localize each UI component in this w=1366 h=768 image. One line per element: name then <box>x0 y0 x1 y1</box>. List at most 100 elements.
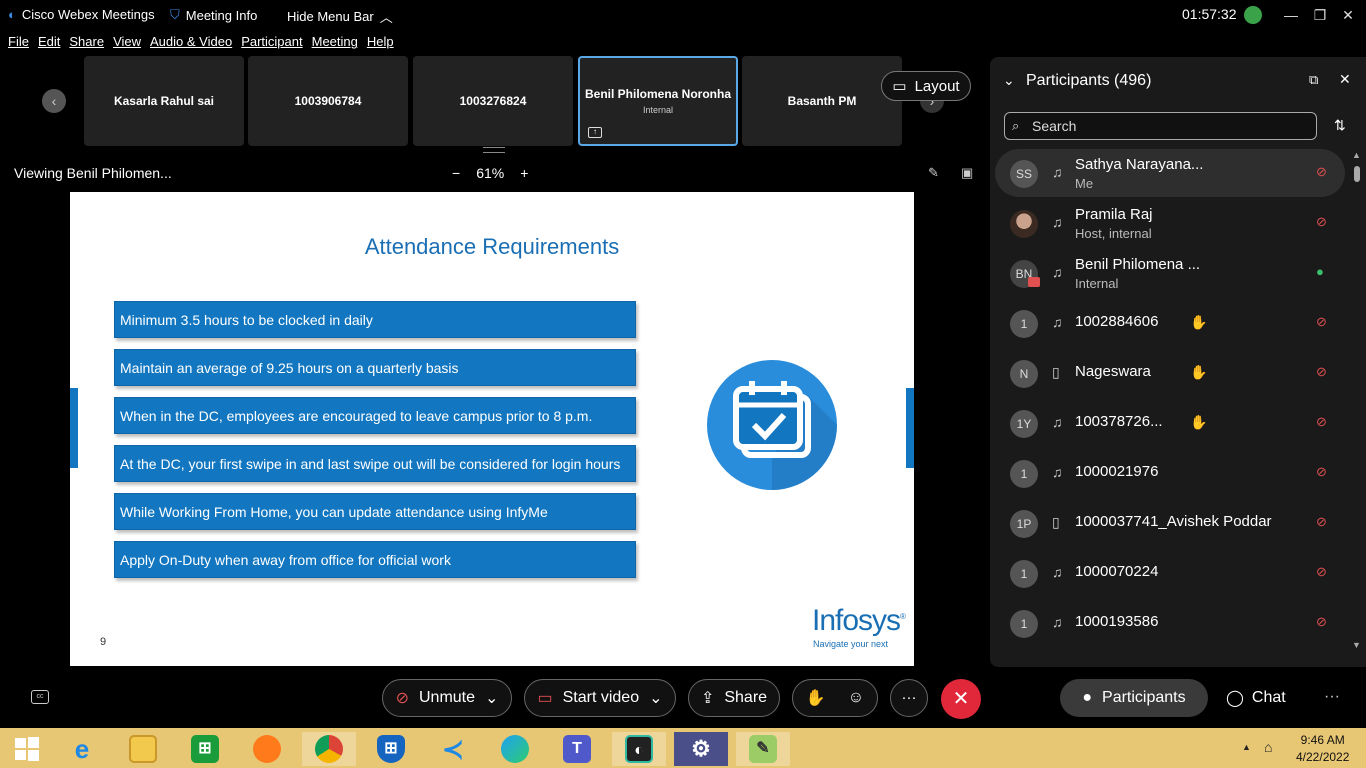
slide-edge-marker <box>906 388 914 468</box>
mic-muted-icon[interactable]: ⊘ <box>1316 564 1327 580</box>
participant-row[interactable]: 1P ▯ 1000037741_Avishek Poddar ⊘ <box>995 499 1345 547</box>
scroll-up-icon[interactable]: ▲ <box>1352 150 1361 160</box>
participant-name: 1000021976 <box>1075 463 1159 480</box>
video-tile[interactable]: Basanth PM <box>742 56 902 146</box>
taskbar-store[interactable]: ⊞ <box>178 732 232 766</box>
menu-share[interactable]: Share <box>69 34 104 54</box>
chevron-down-icon[interactable]: ⌄ <box>485 688 498 708</box>
start-video-button[interactable]: ▭ Start video ⌄ <box>524 679 676 717</box>
popout-icon[interactable]: ⧉ <box>1309 72 1318 88</box>
menu-help[interactable]: Help <box>367 34 394 54</box>
headset-icon: ♫ <box>1052 464 1063 480</box>
mic-muted-icon[interactable]: ⊘ <box>1316 314 1327 330</box>
view-options-icon[interactable]: ▣ <box>961 165 977 181</box>
maximize-icon[interactable]: ❐ <box>1310 5 1330 25</box>
taskbar-webex[interactable]: ◐ <box>612 732 666 766</box>
strip-prev-button[interactable]: ‹ <box>42 89 66 113</box>
mic-muted-icon[interactable]: ⊘ <box>1316 464 1327 480</box>
participant-row[interactable]: ♫ Pramila Raj Host, internal ⊘ <box>995 199 1345 247</box>
taskbar-settings[interactable]: ⚙ <box>674 732 728 766</box>
share-icon: ⇪ <box>700 690 715 707</box>
taskbar-firefox[interactable] <box>240 732 294 766</box>
taskbar-teams[interactable]: T <box>550 732 604 766</box>
network-health-icon[interactable] <box>1244 6 1262 24</box>
strip-resize-handle[interactable] <box>483 147 505 153</box>
video-tile[interactable]: 1003906784 <box>248 56 408 146</box>
video-tile[interactable]: Kasarla Rahul sai <box>84 56 244 146</box>
participant-row[interactable]: 1 ♫ 1000021976 ⊘ <box>995 449 1345 497</box>
taskbar-edge[interactable] <box>488 732 542 766</box>
participant-row[interactable]: 1 ♫ 1000070224 ⊘ <box>995 549 1345 597</box>
menu-view[interactable]: View <box>113 34 141 54</box>
taskbar-file-explorer[interactable] <box>116 732 170 766</box>
taskbar-internet-explorer[interactable]: e <box>55 732 109 766</box>
participant-row[interactable]: BN ♫ Benil Philomena ... Internal ● <box>995 249 1345 297</box>
headset-icon: ♫ <box>1052 564 1063 580</box>
mic-muted-icon[interactable]: ⊘ <box>1316 164 1327 180</box>
close-panel-icon[interactable]: ✕ <box>1339 71 1351 88</box>
layout-button[interactable]: ▭ Layout <box>881 71 971 101</box>
mic-on-icon[interactable]: ● <box>1316 264 1324 279</box>
menu-participant[interactable]: Participant <box>241 34 302 54</box>
infosys-tagline: Navigate your next <box>813 639 889 649</box>
zoom-in-button[interactable]: + <box>520 165 528 181</box>
participant-row[interactable]: SS ♫ Sathya Narayana... Me ⊘ <box>995 149 1345 197</box>
collapse-chevron-icon[interactable]: ⌄ <box>1003 72 1015 89</box>
start-button[interactable] <box>0 732 54 766</box>
menu-edit[interactable]: Edit <box>38 34 60 54</box>
participant-row[interactable]: 1Y ♫ 100378726... ✋ ⊘ <box>995 399 1345 447</box>
participants-button[interactable]: ● Participants <box>1060 679 1208 717</box>
participant-name: Benil Philomena ... <box>1075 256 1201 273</box>
teams-icon: T <box>563 735 591 763</box>
raise-hand-icon[interactable]: ✋ <box>806 688 826 708</box>
avatar: N <box>1010 360 1038 388</box>
menu-file[interactable]: File <box>8 34 29 54</box>
close-icon[interactable]: ✕ <box>1338 5 1358 25</box>
participant-search-input[interactable]: Search <box>1004 112 1317 140</box>
mic-muted-icon[interactable]: ⊘ <box>1316 514 1327 530</box>
participant-row[interactable]: 1 ♫ 1002884606 ✋ ⊘ <box>995 299 1345 347</box>
chevron-down-icon[interactable]: ⌄ <box>649 688 662 708</box>
scroll-down-icon[interactable]: ▼ <box>1352 640 1361 650</box>
share-button[interactable]: ⇪ Share <box>688 679 780 717</box>
network-icon[interactable]: ⌂ <box>1264 739 1272 755</box>
mic-muted-icon[interactable]: ⊘ <box>1316 214 1327 230</box>
more-options-button[interactable]: ··· <box>890 679 928 717</box>
phone-icon: ▯ <box>1052 364 1060 380</box>
mic-muted-icon[interactable]: ⊘ <box>1316 414 1327 430</box>
participant-row[interactable]: N ▯ Nageswara ✋ ⊘ <box>995 349 1345 397</box>
participants-scrollbar[interactable]: ▲ ▼ <box>1352 150 1361 650</box>
tray-clock[interactable]: 9:46 AM 4/22/2022 <box>1296 733 1349 764</box>
video-tile[interactable]: 1003276824 <box>413 56 573 146</box>
video-tile-active[interactable]: Benil Philomena Noronha Internal ↑ <box>578 56 738 146</box>
closed-captions-icon[interactable]: cc <box>31 690 49 704</box>
mic-muted-icon[interactable]: ⊘ <box>1316 364 1327 380</box>
zoom-out-button[interactable]: − <box>452 165 460 181</box>
unmute-button[interactable]: ⊘ Unmute ⌄ <box>382 679 512 717</box>
reactions-icon[interactable]: ☺ <box>848 689 864 707</box>
tray-chevron-up-icon[interactable]: ▲ <box>1242 742 1251 752</box>
hide-menu-bar-button[interactable]: Hide Menu Bar ︿ <box>287 7 393 26</box>
sort-icon[interactable]: ⇅ <box>1334 117 1346 134</box>
scroll-thumb[interactable] <box>1354 166 1360 182</box>
meeting-timer: 01:57:32 <box>1182 6 1237 22</box>
chat-button[interactable]: ◯ Chat <box>1226 679 1286 717</box>
tray-date: 4/22/2022 <box>1296 750 1350 764</box>
sharing-icon: ↑ <box>588 127 602 138</box>
taskbar-defender[interactable]: ⊞ <box>364 732 418 766</box>
app-name: Cisco Webex Meetings <box>21 7 155 22</box>
taskbar-vscode[interactable]: ≺ <box>426 732 480 766</box>
menu-meeting[interactable]: Meeting <box>312 34 358 54</box>
reactions-group: ✋ ☺ <box>792 679 878 717</box>
annotate-icon[interactable]: ✎ <box>928 165 944 181</box>
panel-more-icon[interactable]: ··· <box>1324 688 1340 706</box>
minimize-icon[interactable]: — <box>1281 5 1301 25</box>
participant-row[interactable]: 1 ♫ 1000193586 ⊘ <box>995 599 1345 647</box>
taskbar-notepad-plus[interactable]: ✎ <box>736 732 790 766</box>
presenting-badge-icon <box>1028 277 1040 287</box>
meeting-info-button[interactable]: ⛉ Meeting Info <box>170 7 257 23</box>
menu-audio-video[interactable]: Audio & Video <box>150 34 232 54</box>
taskbar-chrome[interactable] <box>302 732 356 766</box>
mic-muted-icon[interactable]: ⊘ <box>1316 614 1327 630</box>
leave-meeting-button[interactable]: ✕ <box>941 679 981 719</box>
